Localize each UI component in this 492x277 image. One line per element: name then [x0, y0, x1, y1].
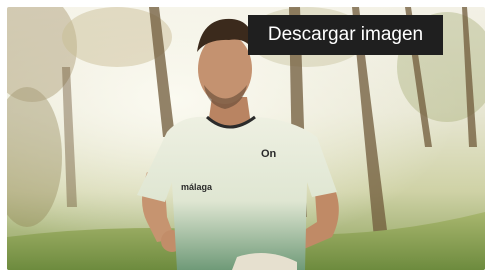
shirt-logo: málaga	[181, 182, 213, 192]
brand-mark-icon: On	[261, 148, 277, 160]
download-image-button[interactable]: Descargar imagen	[248, 15, 443, 55]
photo-frame: málaga On Descargar imagen	[7, 7, 485, 270]
